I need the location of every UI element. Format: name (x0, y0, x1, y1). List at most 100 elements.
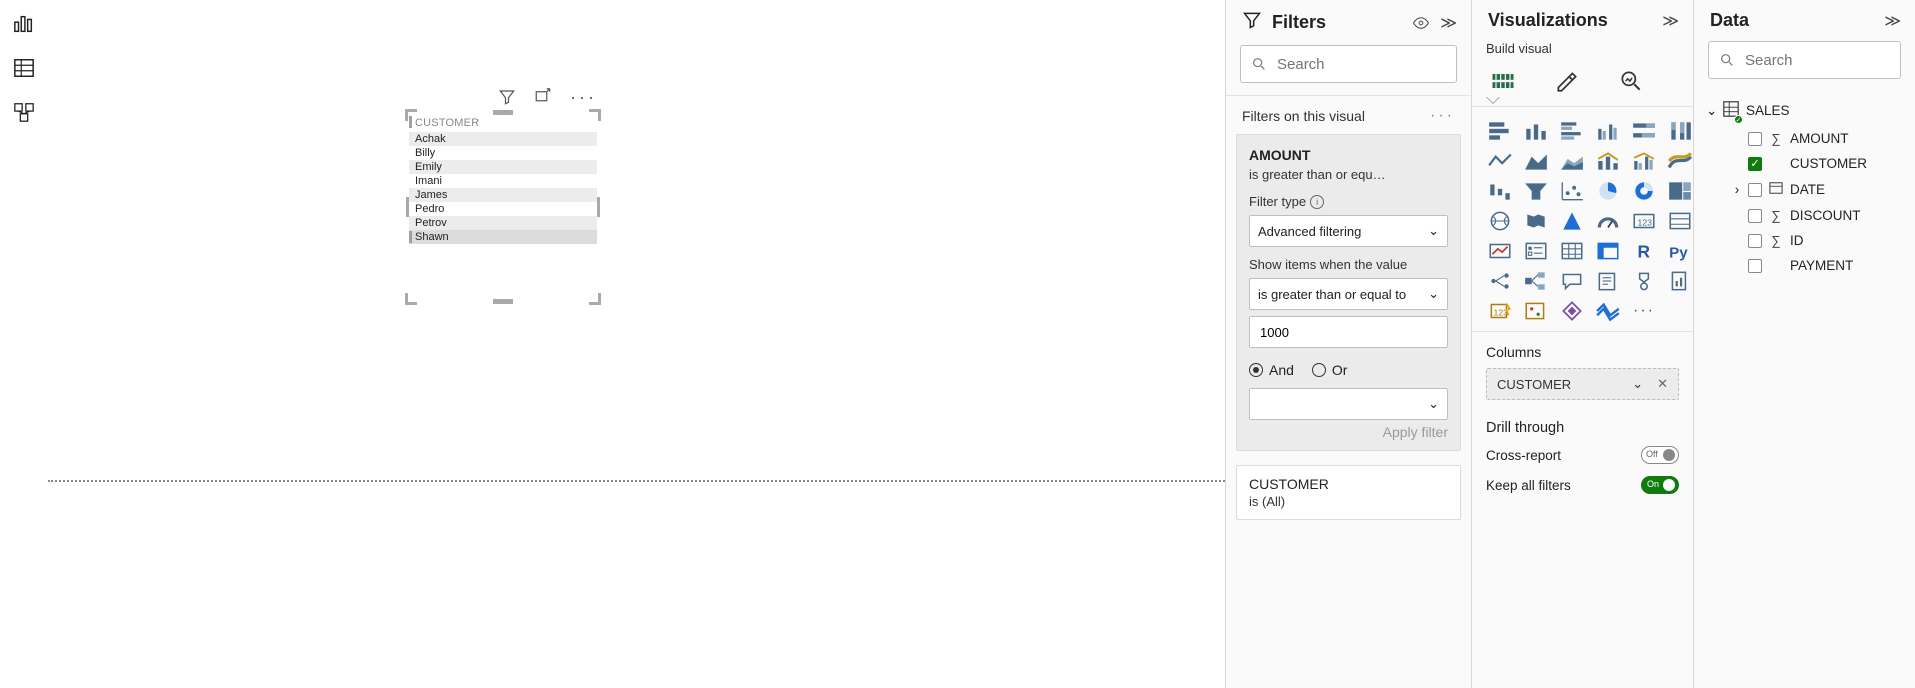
viz-qna-icon[interactable] (1558, 269, 1586, 293)
remove-field-icon[interactable]: ✕ (1657, 376, 1668, 392)
radio-or[interactable]: Or (1312, 362, 1348, 378)
table-visual[interactable]: CUSTOMER AchakBillyEmilyImaniJamesPedroP… (408, 112, 598, 302)
filter-card-customer[interactable]: CUSTOMER is (All) (1236, 465, 1461, 520)
field-node[interactable]: ∑DISCOUNT (1702, 203, 1907, 228)
viz-paginated-icon[interactable] (1666, 269, 1694, 293)
viz-multirow-card-icon[interactable] (1666, 209, 1694, 233)
viz-sparkline-icon[interactable] (1594, 299, 1622, 323)
field-node[interactable]: ∑AMOUNT (1702, 126, 1907, 151)
field-well-columns-slot[interactable]: CUSTOMER ⌄ ✕ (1486, 368, 1679, 400)
filter-card-amount[interactable]: AMOUNT is greater than or equ… Filter ty… (1236, 134, 1461, 451)
more-options-icon[interactable]: ··· (570, 92, 597, 102)
viz-100stacked-column-icon[interactable] (1666, 119, 1694, 143)
viz-line-icon[interactable] (1486, 149, 1514, 173)
table-row[interactable]: Pedro (409, 202, 597, 216)
field-checkbox[interactable] (1748, 259, 1762, 273)
table-row[interactable]: Achak (409, 132, 597, 146)
collapse-pane-icon[interactable]: ≫ (1662, 11, 1679, 31)
collapse-pane-icon[interactable]: ≫ (1884, 11, 1901, 31)
analytics-tab[interactable] (1614, 64, 1648, 98)
viz-powerautomate-icon[interactable] (1522, 299, 1550, 323)
viz-scatter-icon[interactable] (1558, 179, 1586, 203)
resize-handle[interactable] (493, 299, 513, 304)
filter-icon[interactable] (498, 88, 516, 106)
viz-powerapps-icon[interactable]: 123 (1486, 299, 1514, 323)
model-view-icon[interactable] (12, 100, 36, 124)
viz-arcgis-icon[interactable] (1558, 299, 1586, 323)
viz-decomposition-icon[interactable] (1522, 269, 1550, 293)
viz-narrative-icon[interactable] (1594, 269, 1622, 293)
table-column-header[interactable]: CUSTOMER (415, 117, 479, 129)
viz-line-clustered-icon[interactable] (1630, 149, 1658, 173)
chevron-down-icon[interactable]: ⌄ (1632, 376, 1643, 392)
viz-kpi-icon[interactable] (1486, 239, 1514, 263)
field-checkbox[interactable] (1748, 183, 1762, 197)
table-row[interactable]: Shawn (409, 230, 597, 244)
viz-waterfall-icon[interactable] (1486, 179, 1514, 203)
filter-value-input[interactable] (1258, 324, 1439, 341)
field-node[interactable]: ✓CUSTOMER (1702, 151, 1907, 176)
viz-line-column-icon[interactable] (1594, 149, 1622, 173)
field-node[interactable]: ∑ID (1702, 228, 1907, 253)
cross-report-toggle[interactable]: Off (1641, 446, 1679, 464)
field-checkbox[interactable]: ✓ (1748, 157, 1762, 171)
viz-pie-icon[interactable] (1594, 179, 1622, 203)
data-search-input[interactable] (1743, 51, 1915, 70)
viz-py-icon[interactable]: Py (1666, 239, 1694, 263)
viz-area-icon[interactable] (1522, 149, 1550, 173)
viz-card-icon[interactable]: 123 (1630, 209, 1658, 233)
table-row[interactable]: Billy (409, 146, 597, 160)
filters-search[interactable] (1240, 45, 1457, 83)
table-row[interactable]: Petrov (409, 216, 597, 230)
field-node[interactable]: PAYMENT (1702, 253, 1907, 278)
filter-operator-select[interactable]: is greater than or equal to ⌄ (1249, 278, 1448, 310)
viz-filled-map-icon[interactable] (1522, 209, 1550, 233)
radio-and[interactable]: And (1249, 362, 1294, 378)
resize-handle[interactable] (589, 293, 601, 305)
field-checkbox[interactable] (1748, 209, 1762, 223)
viz-key-influencers-icon[interactable] (1486, 269, 1514, 293)
viz-100stacked-bar-icon[interactable] (1630, 119, 1658, 143)
viz-azure-map-icon[interactable] (1558, 209, 1586, 233)
viz-funnel-icon[interactable] (1522, 179, 1550, 203)
data-search[interactable] (1708, 41, 1901, 79)
report-view-icon[interactable] (12, 12, 36, 36)
expand-caret-icon[interactable]: ⌄ (1706, 103, 1716, 119)
apply-filter-button[interactable]: Apply filter (1249, 424, 1448, 440)
viz-stacked-area-icon[interactable] (1558, 149, 1586, 173)
viz-ribbon-icon[interactable] (1666, 149, 1694, 173)
viz-stacked-column-icon[interactable] (1522, 119, 1550, 143)
viz-slicer-icon[interactable] (1522, 239, 1550, 263)
viz-gauge-icon[interactable] (1594, 209, 1622, 233)
viz-map-icon[interactable] (1486, 209, 1514, 233)
viz-donut-icon[interactable] (1630, 179, 1658, 203)
expand-caret-icon[interactable]: › (1732, 182, 1742, 197)
filter-type-select[interactable]: Advanced filtering ⌄ (1249, 215, 1448, 247)
section-more-icon[interactable]: ··· (1430, 111, 1455, 121)
viz-treemap-icon[interactable] (1666, 179, 1694, 203)
viz-clustered-column-icon[interactable] (1594, 119, 1622, 143)
viz-table-icon[interactable] (1558, 239, 1586, 263)
table-row[interactable]: Imani (409, 174, 597, 188)
table-row[interactable]: James (409, 188, 597, 202)
table-view-icon[interactable] (12, 56, 36, 80)
table-row[interactable]: Emily (409, 160, 597, 174)
info-icon[interactable]: i (1310, 195, 1324, 209)
eye-icon[interactable] (1412, 14, 1430, 32)
resize-handle[interactable] (405, 293, 417, 305)
collapse-pane-icon[interactable]: ≫ (1440, 13, 1457, 33)
filters-search-input[interactable] (1275, 55, 1478, 74)
focus-mode-icon[interactable] (534, 88, 552, 106)
field-checkbox[interactable] (1748, 132, 1762, 146)
table-node-sales[interactable]: ⌄ ✓ SALES (1702, 95, 1907, 126)
build-visual-tab[interactable] (1486, 64, 1520, 98)
keep-filters-toggle[interactable]: On (1641, 476, 1679, 494)
format-visual-tab[interactable] (1550, 64, 1584, 98)
field-checkbox[interactable] (1748, 234, 1762, 248)
field-node[interactable]: ›DATE (1702, 176, 1907, 203)
viz-r-icon[interactable]: R (1630, 239, 1658, 263)
filter-operator2-select[interactable]: ⌄ (1249, 388, 1448, 420)
report-canvas[interactable]: ··· CUSTOMER AchakBillyEmilyImaniJamesPe… (48, 0, 1225, 688)
viz-clustered-bar-icon[interactable] (1558, 119, 1586, 143)
viz-matrix-icon[interactable] (1594, 239, 1622, 263)
